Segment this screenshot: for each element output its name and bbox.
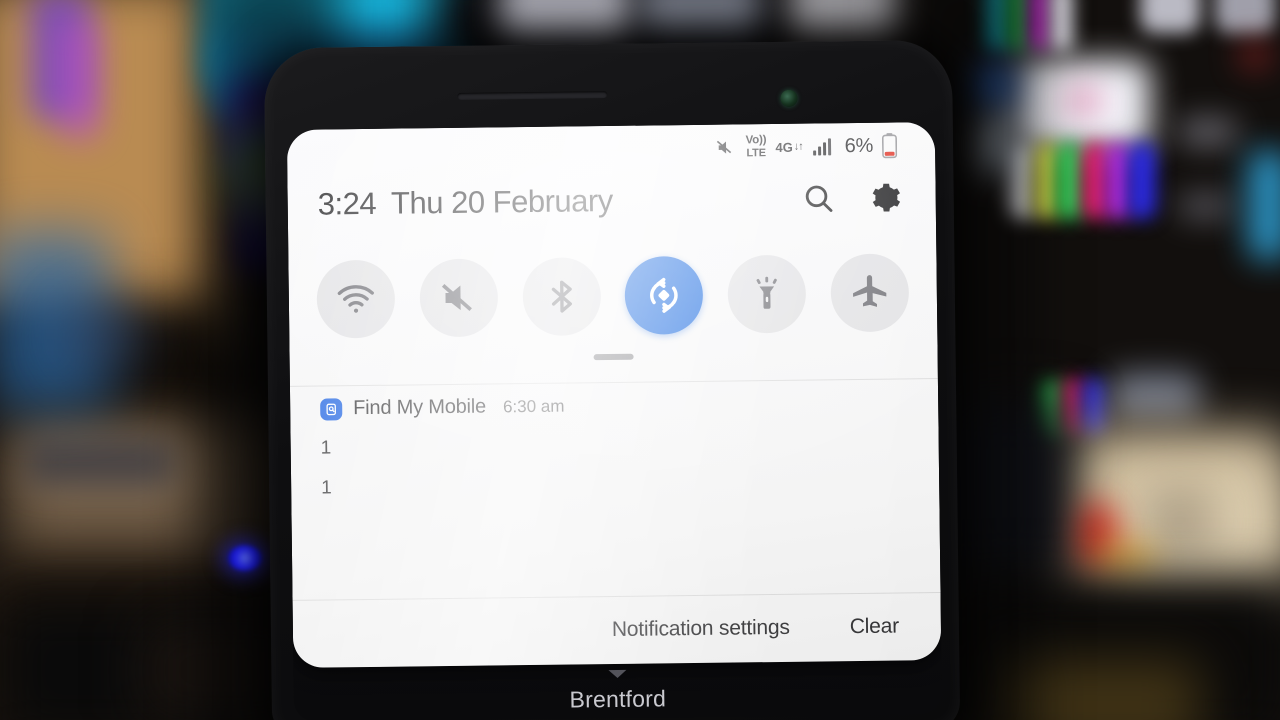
shade-header: 3:24 Thu 20 February bbox=[287, 166, 936, 236]
notification-shade-panel: Vo)) LTE 4G ↓↑ 6% 3:24 Thu 20 February F… bbox=[286, 122, 942, 668]
toggle-flashlight[interactable] bbox=[727, 254, 807, 334]
signal-bars-icon bbox=[812, 136, 836, 156]
toggle-auto-rotate[interactable] bbox=[624, 255, 704, 335]
notification-app-name: Find My Mobile bbox=[353, 395, 487, 420]
volte-line1: Vo)) bbox=[745, 134, 767, 147]
phone-device: Brentford Updated 20/02 3:22 pm bbox=[263, 39, 961, 720]
search-icon[interactable] bbox=[801, 181, 835, 215]
toggle-airplane-mode[interactable] bbox=[830, 253, 910, 333]
mute-icon bbox=[715, 136, 737, 158]
gear-icon[interactable] bbox=[867, 180, 901, 214]
shade-drag-handle[interactable] bbox=[593, 353, 634, 361]
status-bar: Vo)) LTE 4G ↓↑ 6% bbox=[287, 128, 935, 170]
front-camera bbox=[780, 89, 798, 107]
clock-date-group[interactable]: 3:24 Thu 20 February bbox=[318, 183, 613, 223]
quick-settings-toggles bbox=[288, 240, 937, 352]
clock-time[interactable]: 3:24 bbox=[318, 186, 377, 223]
shade-header-actions bbox=[801, 180, 901, 215]
screenshot-root: Brentford Updated 20/02 3:22 pm bbox=[0, 0, 1280, 720]
data-arrows: ↓↑ bbox=[793, 140, 803, 153]
notification-line-1: 1 bbox=[320, 437, 332, 459]
find-my-mobile-icon bbox=[320, 397, 343, 421]
network-type-label: 4G bbox=[775, 139, 793, 155]
notification-settings-button[interactable]: Notification settings bbox=[612, 616, 790, 642]
notification-item[interactable]: Find My Mobile 6:30 am 1 1 bbox=[290, 390, 939, 499]
volte-indicator: Vo)) LTE bbox=[745, 134, 767, 160]
notification-header: Find My Mobile 6:30 am bbox=[320, 390, 908, 421]
toggles-divider bbox=[289, 378, 938, 387]
toggle-wifi[interactable] bbox=[316, 259, 396, 339]
clock-date[interactable]: Thu 20 February bbox=[391, 183, 613, 222]
battery-percent: 6% bbox=[844, 134, 874, 157]
toggle-bluetooth[interactable] bbox=[521, 257, 601, 337]
toggle-sound[interactable] bbox=[419, 258, 499, 338]
chevron-down-icon[interactable] bbox=[608, 669, 627, 679]
earpiece-speaker bbox=[457, 91, 608, 100]
notification-line-2: 1 bbox=[321, 477, 332, 499]
volte-line2: LTE bbox=[746, 146, 766, 160]
notification-time: 6:30 am bbox=[502, 396, 565, 416]
clear-button[interactable]: Clear bbox=[850, 615, 899, 640]
battery-low-icon bbox=[881, 133, 898, 159]
network-type-indicator: 4G ↓↑ bbox=[775, 139, 803, 155]
shade-footer: Notification settings Clear bbox=[293, 592, 942, 668]
phone-screen: Brentford Updated 20/02 3:22 pm bbox=[286, 122, 942, 720]
blue-led-bokeh bbox=[228, 545, 262, 571]
